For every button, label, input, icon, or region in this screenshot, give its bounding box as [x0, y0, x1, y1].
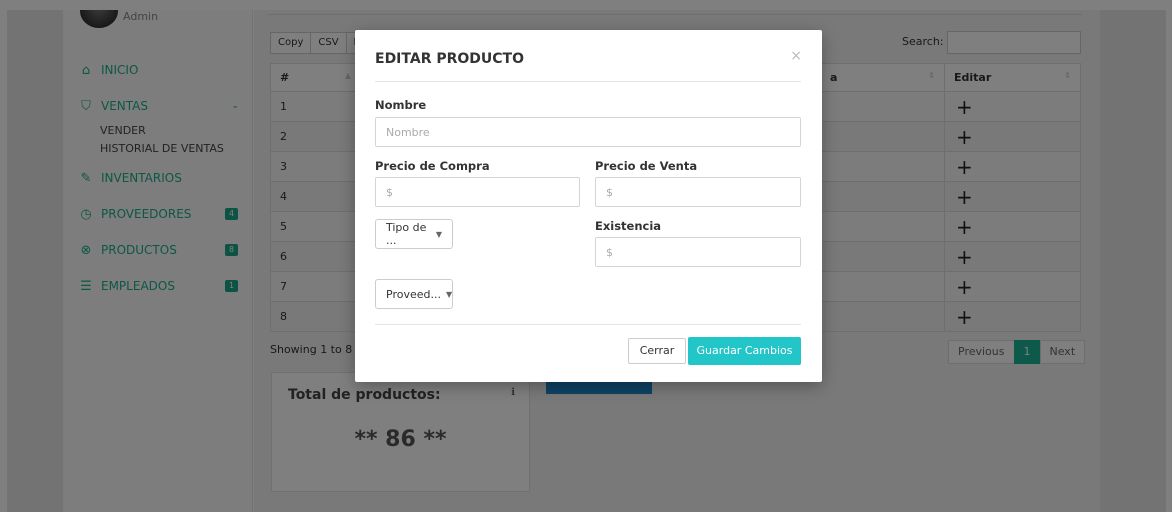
precio-compra-label: Precio de Compra — [375, 159, 490, 173]
tipo-select[interactable]: Tipo de ... ▼ — [375, 219, 453, 249]
nombre-input[interactable] — [375, 117, 801, 147]
existencia-input[interactable] — [595, 237, 801, 267]
modal-footer-divider — [375, 324, 801, 325]
modal-title: EDITAR PRODUCTO — [375, 51, 525, 67]
precio-venta-label: Precio de Venta — [595, 159, 698, 173]
modal-header-divider — [375, 81, 801, 82]
edit-product-modal: EDITAR PRODUCTO × Nombre Precio de Compr… — [355, 30, 822, 382]
proveedor-select[interactable]: Proveed... ▼ — [375, 279, 453, 309]
cerrar-button[interactable]: Cerrar — [628, 338, 686, 364]
existencia-label: Existencia — [595, 219, 662, 233]
precio-venta-input[interactable] — [595, 177, 801, 207]
tipo-select-value: Tipo de ... — [386, 221, 427, 247]
caret-down-icon: ▼ — [435, 229, 442, 239]
close-icon[interactable]: × — [790, 48, 802, 64]
proveedor-select-value: Proveed... — [386, 287, 441, 301]
guardar-cambios-button[interactable]: Guardar Cambios — [688, 337, 801, 365]
caret-down-icon: ▼ — [445, 289, 453, 299]
precio-compra-input[interactable] — [375, 177, 580, 207]
nombre-label: Nombre — [375, 98, 427, 112]
